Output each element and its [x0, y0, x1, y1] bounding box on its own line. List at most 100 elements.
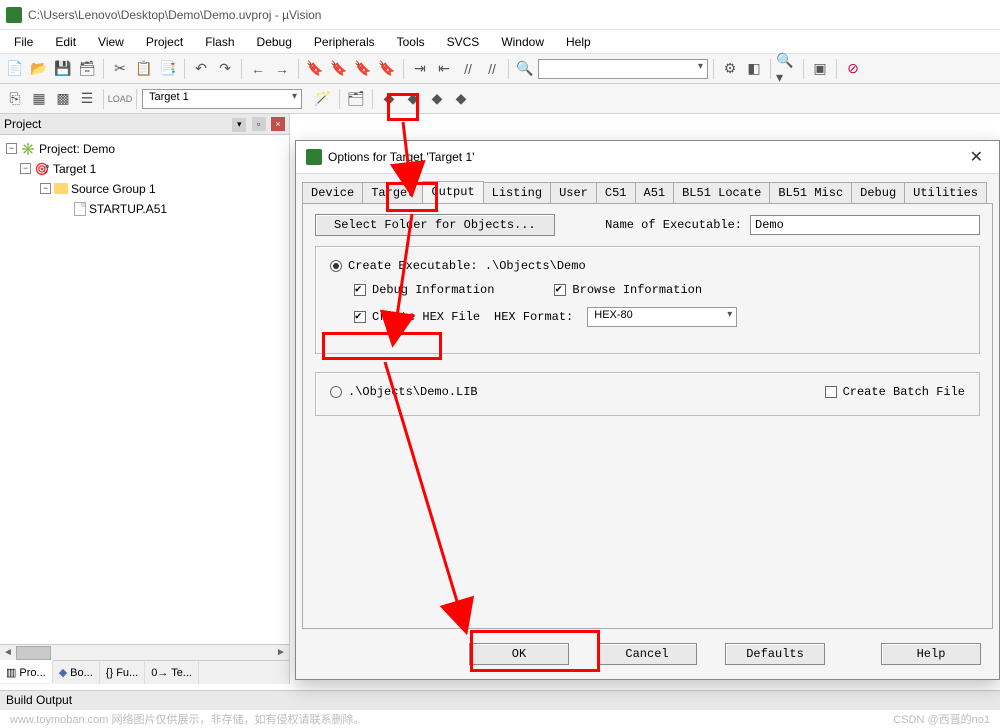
build-icon[interactable]: ▦: [28, 88, 50, 110]
menu-bar: File Edit View Project Flash Debug Perip…: [0, 30, 1000, 54]
select-folder-button[interactable]: Select Folder for Objects...: [315, 214, 555, 236]
download-icon[interactable]: LOAD: [109, 88, 131, 110]
executable-name-input[interactable]: [750, 215, 980, 235]
tab-bl51-locate[interactable]: BL51 Locate: [673, 182, 770, 204]
tool-a-icon[interactable]: ◧: [743, 58, 765, 80]
pane-menu-icon[interactable]: ▾: [232, 118, 246, 132]
tab-c51[interactable]: C51: [596, 182, 636, 204]
options-icon[interactable]: 🪄: [312, 88, 334, 110]
create-library-radio[interactable]: .\Objects\Demo.LIB: [330, 385, 478, 399]
tab-templates[interactable]: 0→ Te...: [145, 661, 199, 684]
tree-file[interactable]: STARTUP.A51: [89, 202, 167, 216]
new-file-icon[interactable]: 📄: [4, 58, 26, 80]
search-icon[interactable]: 🔍▾: [776, 58, 798, 80]
scroll-right-icon[interactable]: ►: [273, 647, 289, 658]
menu-tools[interactable]: Tools: [387, 33, 435, 51]
tab-utilities[interactable]: Utilities: [904, 182, 987, 204]
toolbar-build: ⎘ ▦ ▩ ☰ LOAD Target 1 🪄 🗂 ◆ ◆ ◆ ◆: [0, 84, 1000, 114]
pane-close-icon[interactable]: ×: [271, 117, 285, 131]
menu-file[interactable]: File: [4, 33, 43, 51]
outdent-icon[interactable]: ⇤: [433, 58, 455, 80]
open-icon[interactable]: 📂: [28, 58, 50, 80]
tab-books[interactable]: ◆Bo...: [53, 661, 100, 684]
bookmark1-icon[interactable]: 🔖: [304, 58, 326, 80]
menu-svcs[interactable]: SVCS: [437, 33, 490, 51]
create-batch-checkbox[interactable]: Create Batch File: [825, 385, 965, 399]
pane-pin-icon[interactable]: ▫: [252, 117, 266, 131]
create-executable-radio[interactable]: Create Executable: .\Objects\Demo: [330, 259, 586, 273]
nav-back-icon[interactable]: ←: [247, 58, 269, 80]
bookmark3-icon[interactable]: 🔖: [352, 58, 374, 80]
tab-listing[interactable]: Listing: [483, 182, 551, 204]
defaults-button[interactable]: Defaults: [725, 643, 825, 665]
create-hex-checkbox[interactable]: Create HEX File: [354, 310, 480, 324]
tab-bl51-misc[interactable]: BL51 Misc: [769, 182, 852, 204]
scroll-thumb[interactable]: [16, 646, 51, 660]
tab-user[interactable]: User: [550, 182, 597, 204]
indent-icon[interactable]: ⇥: [409, 58, 431, 80]
menu-peripherals[interactable]: Peripherals: [304, 33, 385, 51]
menu-window[interactable]: Window: [491, 33, 554, 51]
bookmark2-icon[interactable]: 🔖: [328, 58, 350, 80]
menu-debug[interactable]: Debug: [247, 33, 302, 51]
tab-device[interactable]: Device: [302, 182, 363, 204]
tab-output[interactable]: Output: [422, 181, 483, 204]
find-combo[interactable]: [538, 59, 708, 79]
browse-info-checkbox[interactable]: Browse Information: [554, 283, 702, 297]
menu-project[interactable]: Project: [136, 33, 193, 51]
tool-b-icon[interactable]: ▣: [809, 58, 831, 80]
target-combo[interactable]: Target 1: [142, 89, 302, 109]
rebuild-icon[interactable]: ▩: [52, 88, 74, 110]
debug-config-icon[interactable]: ⚙: [719, 58, 741, 80]
expand-icon[interactable]: −: [6, 143, 17, 154]
tree-target[interactable]: Target 1: [53, 162, 96, 176]
tab-a51[interactable]: A51: [635, 182, 675, 204]
save-all-icon[interactable]: 🗃: [76, 58, 98, 80]
save-icon[interactable]: 💾: [52, 58, 74, 80]
translate-icon[interactable]: ⎘: [4, 88, 26, 110]
project-scrollbar-h[interactable]: ◄ ►: [0, 644, 289, 660]
paste-icon[interactable]: 📑: [157, 58, 179, 80]
project-icon: ✳️: [20, 141, 36, 157]
comment-icon[interactable]: //: [457, 58, 479, 80]
bookmark4-icon[interactable]: 🔖: [376, 58, 398, 80]
copy-icon[interactable]: 📋: [133, 58, 155, 80]
ok-button[interactable]: OK: [469, 643, 569, 665]
tab-project[interactable]: ▥Pro...: [0, 660, 53, 683]
find-in-files-icon[interactable]: 🔍: [514, 58, 536, 80]
nav-fwd-icon[interactable]: →: [271, 58, 293, 80]
tool-c-icon[interactable]: ◆: [378, 88, 400, 110]
redo-icon[interactable]: ↷: [214, 58, 236, 80]
menu-flash[interactable]: Flash: [195, 33, 244, 51]
undo-icon[interactable]: ↶: [190, 58, 212, 80]
menu-help[interactable]: Help: [556, 33, 601, 51]
debug-info-checkbox[interactable]: Debug Information: [354, 283, 494, 297]
name-of-exe-label: Name of Executable:: [605, 218, 742, 232]
expand-icon[interactable]: −: [20, 163, 31, 174]
dialog-close-button[interactable]: ✕: [964, 147, 989, 167]
manage-icon[interactable]: 🗂: [345, 88, 367, 110]
tab-functions[interactable]: {} Fu...: [100, 661, 145, 684]
tab-target[interactable]: Target: [362, 182, 423, 204]
expand-icon[interactable]: −: [40, 183, 51, 194]
menu-edit[interactable]: Edit: [45, 33, 86, 51]
create-library-group: .\Objects\Demo.LIB Create Batch File: [315, 372, 980, 416]
help-button[interactable]: Help: [881, 643, 981, 665]
menu-view[interactable]: View: [88, 33, 134, 51]
uncomment-icon[interactable]: //: [481, 58, 503, 80]
scroll-left-icon[interactable]: ◄: [0, 647, 16, 658]
stop-icon[interactable]: ⊘: [842, 58, 864, 80]
tool-f-icon[interactable]: ◆: [450, 88, 472, 110]
tool-d-icon[interactable]: ◆: [402, 88, 424, 110]
tree-group[interactable]: Source Group 1: [71, 182, 156, 196]
tab-debug[interactable]: Debug: [851, 182, 905, 204]
cancel-button[interactable]: Cancel: [597, 643, 697, 665]
tree-project[interactable]: Project: Demo: [39, 142, 115, 156]
hex-format-combo[interactable]: HEX-80: [587, 307, 737, 327]
cut-icon[interactable]: ✂: [109, 58, 131, 80]
folder-icon: [54, 183, 68, 194]
project-tree[interactable]: −✳️Project: Demo −🎯Target 1 −Source Grou…: [0, 135, 289, 645]
tool-e-icon[interactable]: ◆: [426, 88, 448, 110]
window-title: C:\Users\Lenovo\Desktop\Demo\Demo.uvproj…: [28, 8, 321, 22]
batch-build-icon[interactable]: ☰: [76, 88, 98, 110]
